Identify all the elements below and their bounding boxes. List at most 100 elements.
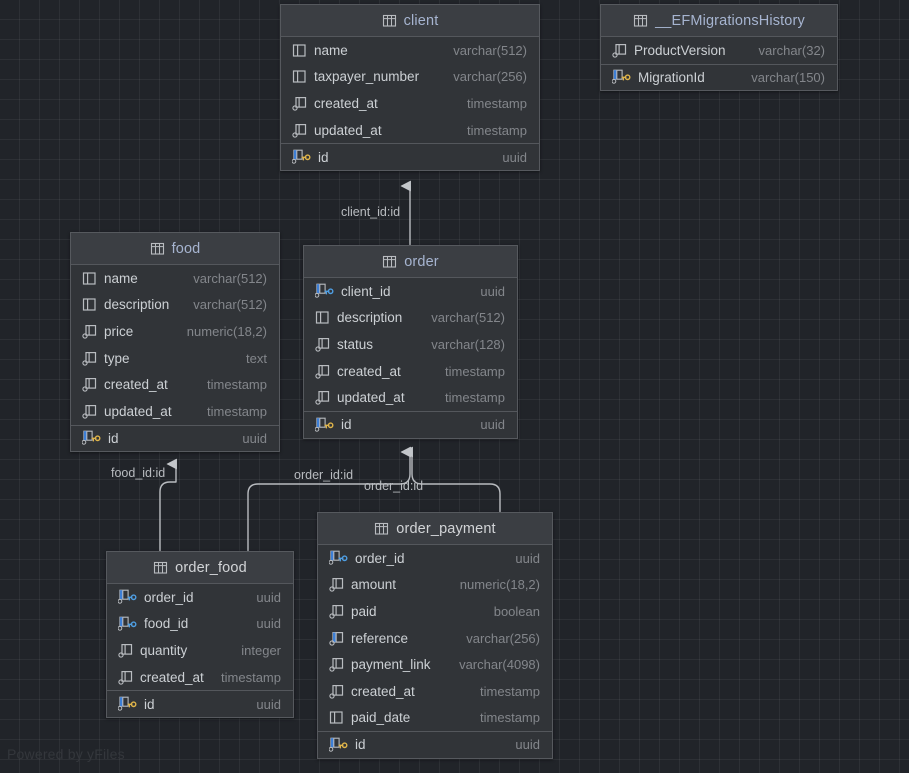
column-row[interactable]: name varchar(512) xyxy=(71,265,279,292)
column-name: order_id xyxy=(355,550,405,566)
column-row[interactable]: created_at timestamp xyxy=(304,358,517,385)
nullable-column-icon xyxy=(315,390,330,405)
nullable-column-icon xyxy=(292,123,307,138)
table-header-order_food[interactable]: order_food xyxy=(107,552,293,584)
column-name: quantity xyxy=(140,642,188,658)
column-type: timestamp xyxy=(207,377,267,393)
column-row[interactable]: type text xyxy=(71,345,279,372)
table-header-order_payment[interactable]: order_payment xyxy=(318,513,552,545)
column-row[interactable]: MigrationId varchar(150) xyxy=(601,63,837,91)
column-row[interactable]: description varchar(512) xyxy=(71,292,279,319)
foreign-key-icon xyxy=(118,616,137,632)
column-name: ProductVersion xyxy=(634,42,726,58)
table-title-order: order xyxy=(404,253,439,270)
column-row[interactable]: status varchar(128) xyxy=(304,331,517,358)
column-row[interactable]: id uuid xyxy=(304,410,517,438)
column-type: varchar(32) xyxy=(758,42,825,58)
table-node-efmigrationshistory[interactable]: __EFMigrationsHistory ProductVersion varch… xyxy=(600,4,838,92)
table-title-order_payment: order_payment xyxy=(396,520,496,537)
edge-label-order_food-order: order_id:id xyxy=(294,468,354,482)
column-row[interactable]: description varchar(512) xyxy=(304,305,517,332)
yfiles-watermark: Powered by yFiles xyxy=(7,746,125,762)
edge-label-order-client: client_id:id xyxy=(341,205,401,219)
table-title-food: food xyxy=(171,240,201,257)
diagram-canvas[interactable]: client_id:id food_id:id order_id:id order_i… xyxy=(0,0,909,773)
column-type: varchar(256) xyxy=(453,69,527,85)
column-row[interactable]: created_at timestamp xyxy=(107,664,293,691)
column-row[interactable]: created_at timestamp xyxy=(318,678,552,705)
column-row[interactable]: id uuid xyxy=(71,424,279,452)
column-row[interactable]: name varchar(512) xyxy=(281,37,539,64)
column-name: updated_at xyxy=(104,403,172,419)
column-type: varchar(4098) xyxy=(459,657,540,673)
column-name: description xyxy=(104,297,170,313)
table-header-efmigrationshistory[interactable]: __EFMigrationsHistory xyxy=(601,5,837,37)
column-type: timestamp xyxy=(467,95,527,111)
primary-key-icon xyxy=(612,69,631,85)
column-type: integer xyxy=(241,642,281,658)
table-header-client[interactable]: client xyxy=(281,5,539,37)
column-type: timestamp xyxy=(467,122,527,138)
column-name: reference xyxy=(351,630,409,646)
column-type: uuid xyxy=(515,550,540,566)
table-icon xyxy=(374,521,389,536)
column-type: uuid xyxy=(480,417,505,433)
column-row[interactable]: id uuid xyxy=(318,731,552,758)
column-row[interactable]: id uuid xyxy=(281,143,539,170)
table-node-order[interactable]: order client_id uuid description varchar(512… xyxy=(303,245,518,439)
column-row[interactable]: client_id uuid xyxy=(304,278,517,305)
column-name: status xyxy=(337,336,374,352)
column-row[interactable]: created_at timestamp xyxy=(71,371,279,398)
column-row[interactable]: updated_at timestamp xyxy=(281,117,539,144)
column-row[interactable]: price numeric(18,2) xyxy=(71,318,279,345)
column-type: numeric(18,2) xyxy=(459,577,540,593)
column-row[interactable]: amount numeric(18,2) xyxy=(318,572,552,599)
column-list-efmigrationshistory: ProductVersion varchar(32) MigrationId varc… xyxy=(601,37,837,90)
column-row[interactable]: ProductVersion varchar(32) xyxy=(601,37,837,64)
column-type: varchar(512) xyxy=(431,310,505,326)
nullable-column-icon xyxy=(329,577,344,593)
column-type: timestamp xyxy=(445,390,505,406)
column-name: name xyxy=(104,270,138,286)
column-row[interactable]: order_id uuid xyxy=(318,545,552,572)
column-type: text xyxy=(246,350,267,366)
column-icon xyxy=(315,310,330,325)
column-type: timestamp xyxy=(480,683,540,699)
nullable-column-icon xyxy=(315,337,330,352)
table-icon xyxy=(382,13,397,28)
column-type: uuid xyxy=(256,696,281,712)
edge-label-order_payment-order: order_id:id xyxy=(364,479,424,493)
primary-key-icon xyxy=(292,149,311,165)
column-row[interactable]: id uuid xyxy=(107,690,293,717)
column-row[interactable]: updated_at timestamp xyxy=(304,384,517,411)
column-type: varchar(150) xyxy=(751,69,825,85)
table-header-food[interactable]: food xyxy=(71,233,279,265)
column-row[interactable]: updated_at timestamp xyxy=(71,398,279,425)
column-row[interactable]: payment_link varchar(4098) xyxy=(318,651,552,678)
column-name: paid_date xyxy=(351,710,411,726)
table-icon xyxy=(153,560,168,575)
column-row[interactable]: order_id uuid xyxy=(107,584,293,611)
table-icon xyxy=(633,13,648,28)
nullable-column-icon xyxy=(329,604,344,619)
column-row[interactable]: quantity integer xyxy=(107,637,293,664)
indexed-column-icon xyxy=(329,631,344,646)
column-row[interactable]: paid boolean xyxy=(318,598,552,625)
table-node-client[interactable]: client name varchar(512) taxpayer_number var… xyxy=(280,4,540,171)
nullable-column-icon xyxy=(292,96,307,111)
column-row[interactable]: created_at timestamp xyxy=(281,90,539,117)
column-type: varchar(512) xyxy=(193,297,267,313)
nullable-column-icon xyxy=(82,351,97,366)
table-node-food[interactable]: food name varchar(512) description varchar(5… xyxy=(70,232,280,453)
column-name: id xyxy=(341,417,352,433)
column-icon xyxy=(82,271,97,286)
column-row[interactable]: reference varchar(256) xyxy=(318,625,552,652)
column-row[interactable]: taxpayer_number varchar(256) xyxy=(281,64,539,91)
table-icon xyxy=(150,241,165,256)
table-node-order_food[interactable]: order_food order_id uuid food_id uuid quantit… xyxy=(106,551,294,718)
table-header-order[interactable]: order xyxy=(304,246,517,278)
column-row[interactable]: food_id uuid xyxy=(107,611,293,638)
column-row[interactable]: paid_date timestamp xyxy=(318,705,552,732)
nullable-column-icon xyxy=(82,404,97,419)
table-node-order_payment[interactable]: order_payment order_id uuid amount numeric(1… xyxy=(317,512,553,759)
